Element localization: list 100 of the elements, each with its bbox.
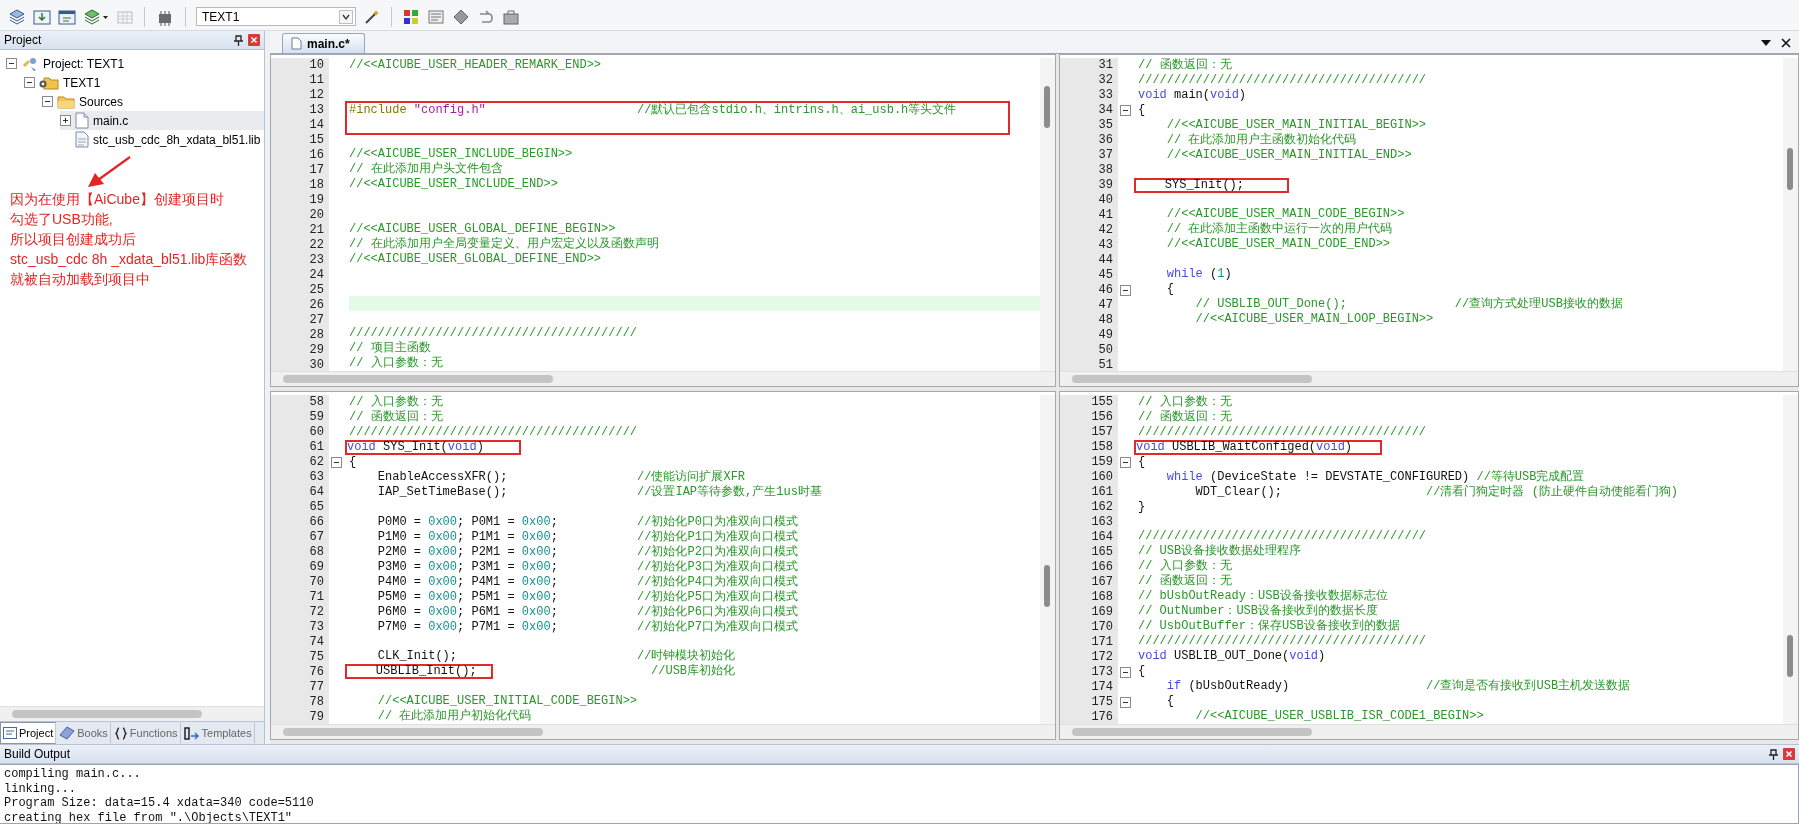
code-text: ; bbox=[550, 619, 558, 635]
horizontal-scrollbar[interactable] bbox=[1060, 371, 1798, 386]
stack-dropdown-icon[interactable] bbox=[83, 7, 109, 26]
number-literal: 0x00 bbox=[428, 529, 458, 545]
horizontal-scrollbar[interactable] bbox=[271, 724, 1055, 739]
line-number: 34 bbox=[1097, 103, 1114, 118]
code-comment: //<<AICUBE_USER_USBLIB_ISR_CODE1_BEGIN>> bbox=[1194, 709, 1484, 724]
code-comment: // USBLIB_OUT_Done(); bbox=[1194, 297, 1347, 312]
collapse-icon[interactable] bbox=[1119, 667, 1131, 678]
panel-tab[interactable]: Project bbox=[0, 722, 57, 744]
tree-item[interactable]: stc_usb_cdc_8h_xdata_bl51.lib bbox=[60, 130, 264, 149]
tree-item[interactable]: main.c bbox=[60, 111, 264, 130]
dropdown-icon[interactable] bbox=[1761, 39, 1771, 47]
line-number: 157 bbox=[1090, 425, 1114, 440]
horizontal-scrollbar[interactable] bbox=[0, 706, 264, 721]
line-number: 159 bbox=[1090, 455, 1114, 470]
collapse-icon[interactable] bbox=[330, 457, 342, 468]
tree-item[interactable]: Project: TEXT1 bbox=[6, 54, 264, 73]
code-text: WDT_Clear(); bbox=[1194, 485, 1283, 500]
code-comment: // 函数返回：无 bbox=[349, 410, 443, 425]
code-comment: // 在此添加用户初始化代码 bbox=[376, 709, 532, 724]
tree-item[interactable]: Sources bbox=[42, 92, 264, 111]
code-comment: //<<AICUBE_USER_GLOBAL_DEFINE_END>> bbox=[349, 251, 602, 267]
line-number: 10 bbox=[308, 58, 325, 73]
code-comment: //使能访问扩展XFR bbox=[636, 470, 746, 485]
code-text: ) bbox=[1224, 267, 1232, 282]
line-number: 22 bbox=[308, 238, 325, 253]
code-text: ; P6M1 = bbox=[457, 604, 516, 620]
download-window-icon[interactable] bbox=[33, 7, 51, 26]
collapse-icon[interactable] bbox=[24, 77, 35, 88]
line-number: 48 bbox=[1097, 313, 1114, 328]
collapse-icon[interactable] bbox=[1119, 457, 1131, 468]
colored-blocks-icon[interactable] bbox=[402, 7, 420, 26]
code-text: USBLIB_OUT_Done( bbox=[1173, 649, 1290, 664]
code-comment: //<<AICUBE_USER_MAIN_CODE_BEGIN>> bbox=[1165, 207, 1405, 222]
collapse-icon[interactable] bbox=[42, 96, 53, 107]
code-text: ; P7M1 = bbox=[457, 619, 516, 635]
collapse-icon[interactable] bbox=[1119, 285, 1131, 296]
line-number: 18 bbox=[308, 178, 325, 193]
line-number: 73 bbox=[308, 620, 325, 635]
collapse-icon[interactable] bbox=[1119, 697, 1131, 708]
code-comment: // OutNumber：USB设备接收到的数据长度 bbox=[1138, 604, 1379, 619]
arrow-icon[interactable] bbox=[477, 7, 495, 26]
line-number: 33 bbox=[1097, 88, 1114, 103]
line-number: 161 bbox=[1090, 485, 1114, 500]
pin-icon[interactable] bbox=[1769, 748, 1778, 760]
vertical-scrollbar[interactable] bbox=[1040, 58, 1055, 371]
code-text: P4M0 = bbox=[376, 574, 422, 590]
panel-title: Project bbox=[4, 33, 42, 47]
file-tab[interactable]: main.c* bbox=[282, 33, 365, 53]
number-literal: 0x00 bbox=[521, 619, 551, 635]
horizontal-scrollbar[interactable] bbox=[271, 371, 1055, 386]
line-number: 155 bbox=[1090, 395, 1114, 410]
output-line: compiling main.c... bbox=[4, 767, 142, 782]
line-number: 156 bbox=[1090, 410, 1114, 425]
line-number: 62 bbox=[308, 455, 325, 470]
number-literal: 0x00 bbox=[521, 604, 551, 620]
line-number: 74 bbox=[308, 635, 325, 650]
collapse-icon[interactable] bbox=[6, 58, 17, 69]
line-number: 50 bbox=[1097, 343, 1114, 358]
code-text: ) bbox=[1238, 88, 1247, 103]
horizontal-scrollbar[interactable] bbox=[1060, 724, 1798, 739]
code-comment: //<<AICUBE_USER_INITIAL_CODE_BEGIN>> bbox=[376, 694, 638, 709]
code-comment: // 项目主函数 bbox=[349, 341, 431, 356]
code-comment: //////////////////////////////////////// bbox=[1138, 634, 1427, 649]
vertical-scrollbar[interactable] bbox=[1783, 58, 1798, 371]
code-text: ) bbox=[1344, 442, 1354, 453]
code-keyword: void bbox=[347, 442, 376, 453]
vertical-scrollbar[interactable] bbox=[1783, 395, 1798, 724]
target-select[interactable]: TEXT1 bbox=[196, 7, 356, 26]
code-text: ; bbox=[550, 559, 558, 575]
code-text: { bbox=[1165, 282, 1174, 297]
line-number: 160 bbox=[1090, 470, 1114, 485]
code-text: ; bbox=[550, 529, 558, 545]
code-comment: // 在此添加用户全局变量定义、用户宏定义以及函数声明 bbox=[349, 236, 659, 252]
tree-item[interactable]: TEXT1 bbox=[24, 73, 264, 92]
code-text: ; bbox=[550, 544, 558, 560]
number-literal: 0x00 bbox=[428, 619, 458, 635]
toolbox-icon[interactable] bbox=[502, 7, 520, 26]
expand-icon[interactable] bbox=[60, 115, 71, 126]
vertical-scrollbar[interactable] bbox=[1040, 395, 1055, 724]
collapse-icon[interactable] bbox=[1119, 105, 1131, 116]
pin-icon[interactable] bbox=[234, 34, 243, 46]
code-comment: //等待USB完成配置 bbox=[1476, 470, 1585, 485]
code-comment: // 在此添加用户主函数初始化代码 bbox=[1165, 133, 1357, 148]
close-icon[interactable] bbox=[1781, 38, 1791, 48]
code-comment: // 入口参数：无 bbox=[349, 395, 443, 410]
code-comment: //////////////////////////////////////// bbox=[349, 326, 638, 341]
line-number: 167 bbox=[1090, 575, 1114, 590]
window-icon[interactable] bbox=[58, 7, 76, 26]
line-number: 35 bbox=[1097, 118, 1114, 133]
code-text: P7M0 = bbox=[376, 619, 422, 635]
line-number: 40 bbox=[1097, 193, 1114, 208]
code-comment: //查询是否有接收到USB主机发送数据 bbox=[1425, 679, 1631, 694]
code-keyword: void bbox=[1316, 442, 1345, 453]
layers-icon[interactable] bbox=[8, 7, 26, 26]
code-text: (bUsbOutReady) bbox=[1187, 679, 1290, 694]
diamond-icon[interactable] bbox=[452, 7, 470, 26]
code-comment: //<<AICUBE_USER_INCLUDE_END>> bbox=[349, 177, 558, 193]
code-keyword: void bbox=[1289, 649, 1319, 664]
